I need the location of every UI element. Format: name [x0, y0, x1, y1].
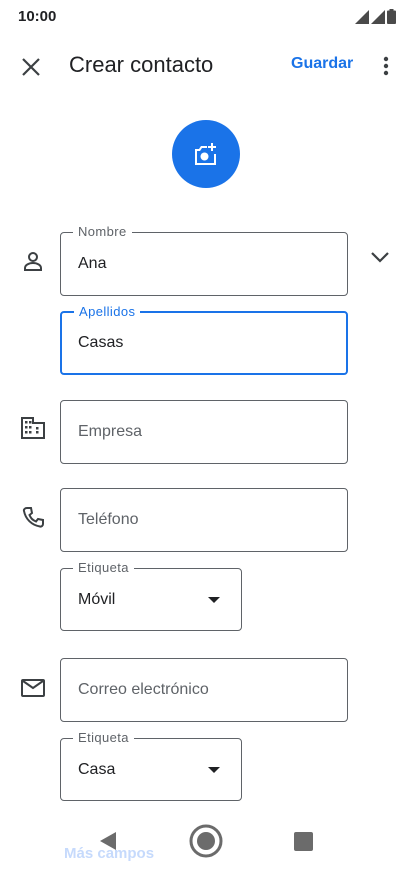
email-field[interactable]: Correo electrónico	[60, 658, 348, 722]
company-field[interactable]: Empresa	[60, 400, 348, 464]
status-time: 10:00	[18, 8, 57, 25]
phone-label-select[interactable]: Etiqueta Móvil	[60, 560, 242, 631]
nav-home-icon[interactable]	[189, 824, 223, 858]
person-icon	[18, 246, 48, 276]
company-placeholder: Empresa	[78, 423, 143, 440]
signal-icon	[371, 10, 385, 24]
phone-label-value: Móvil	[78, 591, 116, 608]
more-options-button[interactable]	[376, 52, 396, 80]
email-icon	[18, 673, 48, 703]
last-name-value: Casas	[78, 334, 124, 351]
page-title: Crear contacto	[69, 52, 214, 77]
phone-icon	[18, 502, 48, 532]
status-icons	[355, 9, 396, 24]
dropdown-arrow-icon	[208, 597, 220, 603]
more-vert-icon	[383, 56, 389, 76]
phone-placeholder: Teléfono	[78, 511, 139, 528]
app-bar: Crear contacto Guardar	[0, 40, 412, 92]
email-label-select[interactable]: Etiqueta Casa	[60, 730, 242, 801]
dropdown-arrow-icon	[208, 767, 220, 773]
first-name-value: Ana	[78, 255, 107, 272]
email-label-value: Casa	[78, 761, 116, 778]
close-button[interactable]	[16, 52, 46, 82]
first-name-label: Nombre	[73, 224, 132, 239]
phone-field[interactable]: Teléfono	[60, 488, 348, 552]
expand-name-button[interactable]	[367, 244, 393, 270]
last-name-label: Apellidos	[74, 304, 141, 319]
save-button[interactable]: Guardar	[291, 55, 353, 73]
add-photo-icon	[195, 143, 216, 165]
business-icon	[18, 413, 48, 443]
close-icon	[22, 58, 40, 76]
signal-icon	[355, 10, 369, 24]
battery-icon	[387, 9, 396, 24]
phone-label-caption: Etiqueta	[73, 560, 134, 575]
last-name-field[interactable]: Apellidos Casas	[60, 304, 348, 375]
add-photo-button[interactable]	[172, 120, 240, 188]
email-placeholder: Correo electrónico	[78, 681, 209, 698]
nav-recents-icon[interactable]	[294, 832, 313, 851]
nav-back-icon[interactable]	[98, 831, 118, 851]
chevron-down-icon	[371, 252, 389, 263]
email-label-caption: Etiqueta	[73, 730, 134, 745]
status-bar: 10:00	[0, 0, 412, 34]
navigation-bar	[0, 815, 412, 869]
first-name-field[interactable]: Nombre Ana	[60, 224, 348, 296]
